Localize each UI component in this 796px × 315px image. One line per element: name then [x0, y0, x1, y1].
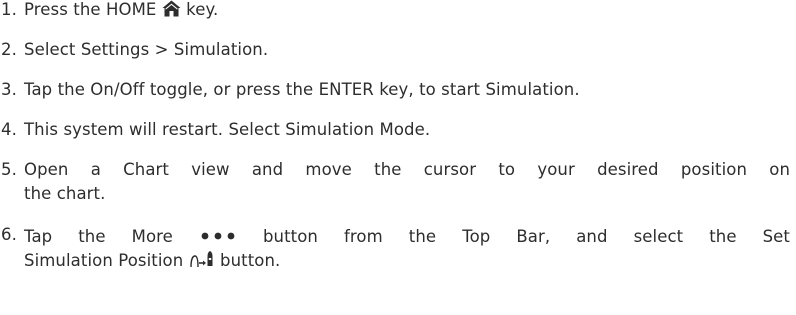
step-text: Select Settings > Simulation. [24, 40, 269, 59]
step-text: Tap the More button from the Top Bar, an… [24, 223, 790, 275]
step-text: Press the HOME key. [24, 0, 790, 24]
step-text: Tap the On/Off toggle, or press the ENTE… [24, 80, 580, 99]
set-simulation-position-icon [189, 249, 215, 275]
step-text-before: Simulation Position [24, 251, 184, 270]
step-number: 6. [1, 225, 17, 244]
step-text-line-2: the chart. [24, 184, 106, 203]
step-number: 2. [1, 40, 17, 59]
step-text-before: Tap the More [24, 227, 173, 246]
step-number: 4. [1, 120, 17, 139]
step-text-after: button. [220, 251, 281, 270]
step-text-after: key. [186, 0, 219, 19]
step-number: 1. [1, 0, 17, 19]
more-dots-icon [201, 223, 235, 247]
step-number: 3. [1, 80, 17, 99]
step-text-line-1: Tap the More button from the Top Bar, an… [24, 223, 790, 249]
step-text-line-2: Simulation Position button. [24, 251, 280, 270]
home-icon [162, 0, 181, 24]
step-text-after: button from the Top Bar, and select the … [262, 227, 790, 246]
step-text-before: Press the HOME [24, 0, 157, 19]
step-text: This system will restart. Select Simulat… [24, 120, 431, 139]
step-number: 5. [1, 160, 17, 179]
step-text: Open a Chart view and move the cursor to… [24, 158, 790, 206]
step-text-line-1: Open a Chart view and move the cursor to… [24, 160, 790, 179]
